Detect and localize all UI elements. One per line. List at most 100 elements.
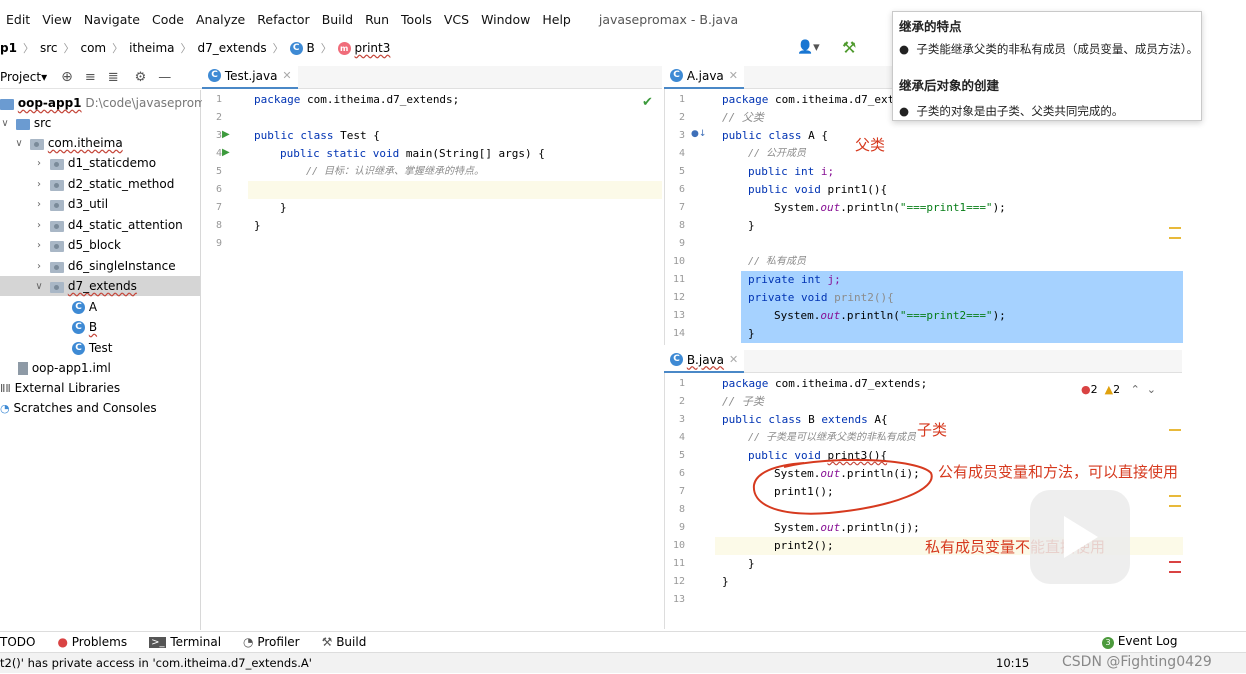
event-log-button[interactable]: 3 Event Log bbox=[1102, 634, 1177, 649]
chevron-right-icon[interactable]: › bbox=[34, 158, 44, 169]
code-comment: // 公开成员 bbox=[748, 148, 807, 159]
annotation-public-use: 公有成员变量和方法，可以直接使用 bbox=[938, 463, 1179, 481]
status-bar: t2()' has private access in 'com.itheima… bbox=[0, 652, 1246, 673]
tree-folder-d5[interactable]: › d5_block bbox=[34, 235, 121, 255]
tool-problems[interactable]: ● Problems bbox=[57, 635, 127, 649]
locate-icon[interactable]: ⊕ bbox=[61, 69, 73, 85]
warning-marker[interactable] bbox=[1169, 227, 1181, 229]
tab-test-java[interactable]: C Test.java ✕ bbox=[202, 64, 298, 90]
a-editor[interactable]: 1 2 3 4 5 6 7 8 9 10 11 12 13 14 ●↓ pack… bbox=[664, 89, 1183, 345]
tool-build[interactable]: ⚒ Build bbox=[322, 635, 367, 649]
menu-run[interactable]: Run bbox=[365, 12, 389, 27]
breadcrumb-com[interactable]: com bbox=[80, 41, 106, 55]
code-token: A{ bbox=[874, 413, 888, 426]
breadcrumb-project[interactable]: p1 bbox=[0, 41, 17, 55]
warning-marker[interactable] bbox=[1169, 237, 1181, 239]
menu-refactor[interactable]: Refactor bbox=[257, 12, 309, 27]
implemented-icon[interactable]: ●↓ bbox=[691, 129, 706, 139]
tree-folder-d2[interactable]: › d2_static_method bbox=[34, 174, 174, 194]
warning-marker[interactable] bbox=[1169, 429, 1181, 431]
breadcrumb-class[interactable]: C B bbox=[289, 41, 315, 55]
caret-position[interactable]: 10:15 bbox=[996, 656, 1029, 670]
code-token: } bbox=[748, 557, 755, 570]
run-icon[interactable]: ▶ bbox=[222, 147, 230, 158]
chevron-right-icon[interactable]: › bbox=[34, 179, 44, 190]
chevron-right-icon[interactable]: › bbox=[34, 240, 44, 251]
error-marker[interactable] bbox=[1169, 571, 1181, 573]
hammer-icon[interactable]: ⚒ bbox=[842, 38, 856, 57]
code-token: B bbox=[808, 413, 822, 426]
tree-folder-label: d4_static_attention bbox=[67, 218, 183, 232]
error-marker[interactable] bbox=[1169, 561, 1181, 563]
run-icon[interactable]: ▶ bbox=[222, 129, 230, 140]
caret-line bbox=[248, 181, 662, 199]
tree-folder-d3[interactable]: › d3_util bbox=[34, 194, 108, 214]
tree-iml[interactable]: oop-app1.iml bbox=[18, 358, 111, 378]
warning-marker[interactable] bbox=[1169, 495, 1181, 497]
user-icon[interactable]: 👤▾ bbox=[797, 40, 820, 55]
tool-profiler[interactable]: ◔ Profiler bbox=[243, 635, 300, 649]
menu-vcs[interactable]: VCS bbox=[444, 12, 469, 27]
event-log-label: Event Log bbox=[1117, 634, 1178, 648]
warning-marker[interactable] bbox=[1169, 505, 1181, 507]
tree-class-a[interactable]: C A bbox=[72, 297, 97, 317]
menu-view[interactable]: View bbox=[42, 12, 72, 27]
video-play-overlay[interactable] bbox=[1030, 490, 1130, 584]
menu-tools[interactable]: Tools bbox=[401, 12, 432, 27]
tool-todo[interactable]: TODO bbox=[0, 635, 35, 649]
module-icon bbox=[0, 98, 14, 110]
tree-folder-label: d6_singleInstance bbox=[67, 259, 176, 273]
menu-analyze[interactable]: Analyze bbox=[196, 12, 245, 27]
line-number: 8 bbox=[678, 504, 685, 515]
breadcrumb-d7-extends[interactable]: d7_extends bbox=[198, 41, 267, 55]
menu-build[interactable]: Build bbox=[322, 12, 353, 27]
menu-code[interactable]: Code bbox=[152, 12, 184, 27]
code-token: com.itheima.d7_ext bbox=[774, 93, 895, 106]
chevron-right-icon: 〉 bbox=[22, 42, 34, 55]
menu-edit[interactable]: Edit bbox=[6, 12, 30, 27]
chevron-down-icon[interactable]: ⌄ bbox=[1147, 383, 1156, 396]
menu-help[interactable]: Help bbox=[542, 12, 571, 27]
breadcrumb-itheima[interactable]: itheima bbox=[129, 41, 174, 55]
menu-navigate[interactable]: Navigate bbox=[84, 12, 140, 27]
chevron-right-icon[interactable]: › bbox=[34, 199, 44, 210]
tree-class-b[interactable]: C B bbox=[72, 317, 97, 337]
tree-folder-d1[interactable]: › d1_staticdemo bbox=[34, 153, 156, 173]
tree-folder-d4[interactable]: › d4_static_attention bbox=[34, 215, 183, 235]
tree-class-test[interactable]: C Test bbox=[72, 338, 112, 358]
close-icon[interactable]: ✕ bbox=[729, 69, 738, 82]
close-icon[interactable]: ✕ bbox=[282, 69, 291, 82]
expand-all-icon[interactable]: ≡ bbox=[85, 70, 96, 85]
tree-scratches[interactable]: ◔ Scratches and Consoles bbox=[0, 398, 157, 418]
breadcrumb-method[interactable]: m print3 bbox=[337, 41, 390, 55]
tab-a-java[interactable]: C A.java ✕ bbox=[664, 64, 745, 90]
close-icon[interactable]: ✕ bbox=[729, 353, 738, 366]
code-token: } bbox=[280, 201, 287, 214]
tree-package[interactable]: ∨ com.itheima bbox=[14, 133, 122, 153]
tree-root[interactable]: oop-app1 D:\code\javasepromax\ bbox=[0, 93, 224, 113]
project-view-dropdown[interactable]: Project▾ bbox=[0, 70, 47, 84]
gear-icon[interactable]: ⚙ bbox=[135, 70, 147, 85]
tree-external-libraries[interactable]: ⅡⅡ External Libraries bbox=[0, 378, 120, 398]
menu-window[interactable]: Window bbox=[481, 12, 530, 27]
chevron-up-icon[interactable]: ⌃ bbox=[1131, 383, 1140, 396]
minimize-icon[interactable]: — bbox=[158, 70, 171, 85]
chevron-right-icon[interactable]: › bbox=[34, 220, 44, 231]
chevron-right-icon[interactable]: › bbox=[34, 261, 44, 272]
tree-folder-d6[interactable]: › d6_singleInstance bbox=[34, 256, 176, 276]
tab-b-java[interactable]: C B.java ✕ bbox=[664, 348, 745, 374]
code-token: package bbox=[722, 377, 775, 390]
test-editor[interactable]: 1 2 3 4 5 6 7 8 9 ▶ ▶ ✔ package com.ithe… bbox=[202, 89, 662, 629]
collapse-all-icon[interactable]: ≣ bbox=[108, 70, 119, 85]
code-token: public void bbox=[748, 183, 828, 196]
breadcrumb-src[interactable]: src bbox=[40, 41, 58, 55]
chevron-down-icon[interactable]: ∨ bbox=[14, 138, 24, 149]
tree-src[interactable]: ∨ src bbox=[0, 113, 51, 133]
annotation-parent: 父类 bbox=[855, 136, 886, 154]
tree-folder-d7[interactable]: ∨ d7_extends bbox=[0, 276, 200, 296]
chevron-down-icon[interactable]: ∨ bbox=[34, 281, 44, 292]
inspection-widget[interactable]: ●2 ▲2 ⌃ ⌄ bbox=[1081, 383, 1156, 396]
chevron-down-icon[interactable]: ∨ bbox=[0, 118, 10, 129]
test-tabbar: C Test.java ✕ bbox=[202, 64, 662, 90]
tool-terminal[interactable]: >_ Terminal bbox=[149, 635, 221, 649]
